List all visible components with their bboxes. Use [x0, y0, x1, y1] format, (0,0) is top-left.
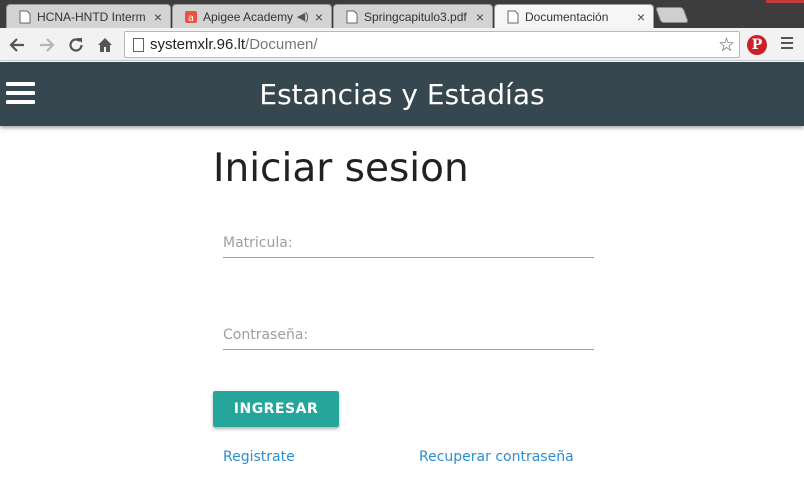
home-icon[interactable] — [94, 34, 116, 56]
browser-tab-documentacion[interactable]: Documentación × — [494, 4, 654, 28]
login-button[interactable]: INGRESAR — [213, 391, 339, 427]
speaker-icon[interactable]: ◀) — [297, 10, 309, 23]
tab-title: Springcapitulo3.pdf — [364, 9, 467, 24]
reload-icon[interactable] — [65, 34, 87, 56]
document-icon — [346, 10, 358, 23]
url-path: /Documen/ — [245, 36, 318, 53]
close-icon[interactable]: × — [154, 10, 162, 24]
page-icon — [133, 37, 144, 52]
pinterest-extension-icon[interactable]: P — [747, 35, 767, 55]
app-header: Estancias y Estadías — [0, 62, 804, 126]
password-field — [223, 320, 594, 350]
tab-title: Apigee Academy — [203, 9, 293, 24]
apigee-icon: a — [185, 10, 197, 24]
browser-toolbar: systemxlr.96.lt/Documen/ ☆ P — [0, 28, 804, 61]
forward-arrow-icon[interactable] — [36, 34, 58, 56]
svg-text:a: a — [188, 13, 194, 24]
close-icon[interactable]: × — [315, 10, 323, 24]
recover-password-link[interactable]: Recuperar contraseña — [419, 449, 574, 465]
password-input[interactable] — [223, 320, 594, 349]
tab-title: Documentación — [525, 9, 609, 24]
app-title: Estancias y Estadías — [259, 78, 545, 111]
address-bar[interactable]: systemxlr.96.lt/Documen/ ☆ — [124, 31, 740, 58]
browser-tab-spring[interactable]: Springcapitulo3.pdf × — [333, 4, 493, 28]
url-host: systemxlr.96.lt — [150, 36, 246, 53]
page-title: Iniciar sesion — [213, 146, 469, 191]
matricula-field — [223, 228, 594, 258]
tab-title: HCNA-HNTD Interm — [37, 9, 146, 24]
browser-tab-hcna[interactable]: HCNA-HNTD Interm × — [6, 4, 171, 28]
browser-tab-strip: HCNA-HNTD Interm × a Apigee Academy ◀) ×… — [0, 0, 804, 28]
new-tab-button[interactable] — [655, 7, 689, 23]
document-icon — [507, 10, 519, 23]
matricula-input[interactable] — [223, 228, 594, 257]
back-arrow-icon[interactable] — [6, 34, 28, 56]
bookmark-star-icon[interactable]: ☆ — [718, 34, 735, 57]
register-link[interactable]: Registrate — [223, 449, 295, 465]
close-icon[interactable]: × — [637, 10, 645, 24]
close-icon[interactable]: × — [476, 10, 484, 24]
browser-tab-apigee[interactable]: a Apigee Academy ◀) × — [172, 4, 332, 28]
window-accent — [766, 0, 804, 3]
document-icon — [19, 10, 31, 23]
browser-menu-icon[interactable] — [781, 37, 793, 51]
